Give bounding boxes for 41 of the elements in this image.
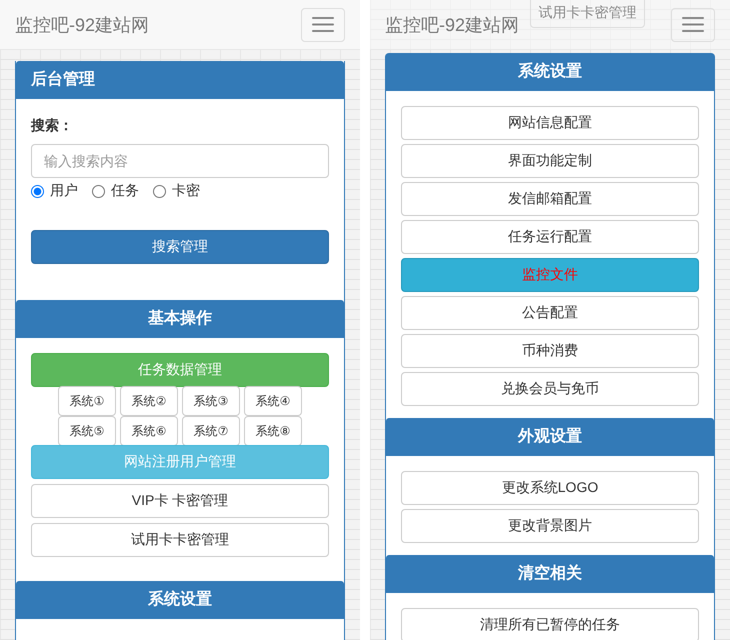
menu-button[interactable]: 任务运行配置 xyxy=(401,220,699,254)
menu-button[interactable]: 网站信息配置 xyxy=(401,106,699,140)
system-button[interactable]: 系统⑥ xyxy=(120,416,178,446)
menu-button[interactable]: 币种消费 xyxy=(401,334,699,368)
site-title[interactable]: 监控吧-92建站网 xyxy=(385,12,520,36)
menu-icon xyxy=(682,17,704,32)
system-button[interactable]: 系统② xyxy=(120,386,178,416)
system-button[interactable]: 系统⑦ xyxy=(182,416,240,446)
search-button[interactable]: 搜索管理 xyxy=(31,230,329,264)
site-title[interactable]: 监控吧-92建站网 xyxy=(15,12,150,36)
menu-button[interactable]: 清理所有已暂停的任务 xyxy=(401,608,699,640)
menu-button[interactable]: 公告配置 xyxy=(401,296,699,330)
search-label: 搜索： xyxy=(31,117,74,135)
menu-button[interactable]: VIP卡 卡密管理 xyxy=(31,484,329,518)
panel-heading: 系统设置 xyxy=(16,581,344,619)
panel-heading: 清空相关 xyxy=(386,555,714,593)
system-button[interactable]: 系统③ xyxy=(182,386,240,416)
menu-button[interactable]: 试用卡卡密管理 xyxy=(31,523,329,557)
system-button[interactable]: 系统① xyxy=(58,386,116,416)
menu-button[interactable]: 界面功能定制 xyxy=(401,144,699,178)
radio-label: 卡密 xyxy=(172,182,200,200)
menu-button[interactable]: 更改背景图片 xyxy=(401,509,699,543)
panel-heading: 外观设置 xyxy=(386,418,714,456)
radio-label: 任务 xyxy=(111,182,139,200)
panel-heading: 基本操作 xyxy=(16,300,344,338)
menu-button[interactable] xyxy=(301,8,345,42)
radio-button[interactable] xyxy=(92,184,105,198)
panel-heading: 后台管理 xyxy=(16,61,344,99)
system-button[interactable]: 系统⑧ xyxy=(244,416,302,446)
system-button[interactable]: 系统⑤ xyxy=(58,416,116,446)
menu-button[interactable]: 发信邮箱配置 xyxy=(401,182,699,216)
radio-button[interactable] xyxy=(31,184,44,198)
menu-button[interactable] xyxy=(671,8,715,42)
menu-button[interactable]: 更改系统LOGO xyxy=(401,471,699,505)
menu-icon xyxy=(312,17,334,32)
radio-label: 用户 xyxy=(50,182,78,200)
search-field[interactable]: 输入搜索内容 xyxy=(31,144,329,178)
panel-heading: 系统设置 xyxy=(386,53,714,91)
system-button[interactable]: 系统④ xyxy=(244,386,302,416)
radio-button[interactable] xyxy=(153,184,166,198)
menu-button[interactable]: 兑换会员与免币 xyxy=(401,372,699,406)
